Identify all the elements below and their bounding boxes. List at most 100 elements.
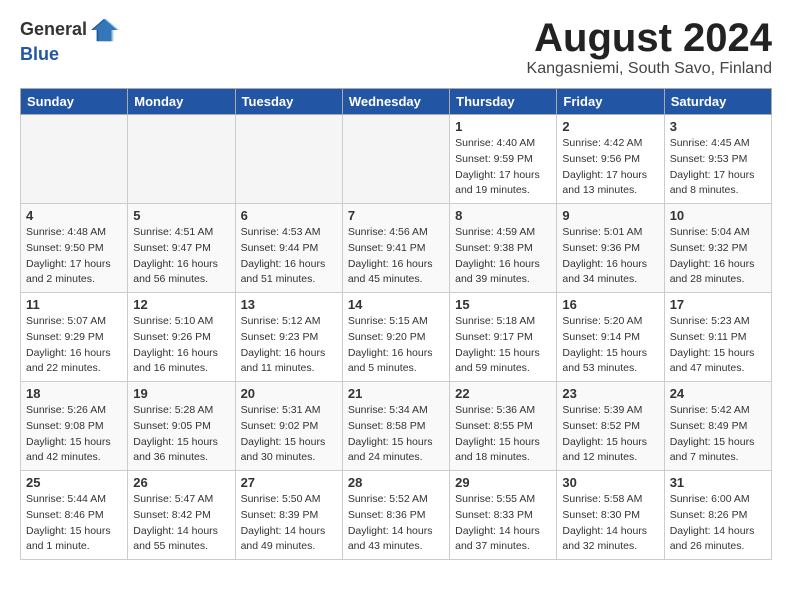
day-number: 24	[670, 386, 766, 401]
calendar-cell: 18 Sunrise: 5:26 AMSunset: 9:08 PMDayligh…	[21, 382, 128, 471]
calendar-cell: 30 Sunrise: 5:58 AMSunset: 8:30 PMDayligh…	[557, 471, 664, 560]
day-number: 8	[455, 208, 551, 223]
logo-icon	[91, 16, 119, 44]
day-number: 17	[670, 297, 766, 312]
day-info: Sunrise: 4:53 AMSunset: 9:44 PMDaylight:…	[241, 225, 337, 288]
calendar-cell: 20Sunrise: 5:31 AMSunset: 9:02 PMDayligh…	[235, 382, 342, 471]
calendar-cell	[342, 115, 449, 204]
day-number: 10	[670, 208, 766, 223]
day-info: Sunrise: 5:23 AMSunset: 9:11 PMDaylight:…	[670, 314, 766, 377]
calendar-header-monday: Monday	[128, 89, 235, 115]
day-number: 28	[348, 475, 444, 490]
day-info: Sunrise: 5:26 AMSunset: 9:08 PMDaylight:…	[26, 403, 122, 466]
calendar-cell: 23 Sunrise: 5:39 AMSunset: 8:52 PMDayligh…	[557, 382, 664, 471]
day-info: Sunrise: 5:52 AMSunset: 8:36 PMDaylight:…	[348, 492, 444, 555]
day-number: 25	[26, 475, 122, 490]
day-number: 23	[562, 386, 658, 401]
day-info: Sunrise: 4:42 AMSunset: 9:56 PMDaylight:…	[562, 136, 658, 199]
calendar-cell: 13 Sunrise: 5:12 AMSunset: 9:23 PMDayligh…	[235, 293, 342, 382]
calendar-cell: 5 Sunrise: 4:51 AMSunset: 9:47 PMDaylight…	[128, 204, 235, 293]
calendar-cell: 14 Sunrise: 5:15 AMSunset: 9:20 PMDayligh…	[342, 293, 449, 382]
calendar-cell: 17 Sunrise: 5:23 AMSunset: 9:11 PMDayligh…	[664, 293, 771, 382]
day-info: Sunrise: 5:20 AMSunset: 9:14 PMDaylight:…	[562, 314, 658, 377]
week-row-4: 18 Sunrise: 5:26 AMSunset: 9:08 PMDayligh…	[21, 382, 772, 471]
calendar-cell	[21, 115, 128, 204]
day-number: 5	[133, 208, 229, 223]
day-info: Sunrise: 5:55 AMSunset: 8:33 PMDaylight:…	[455, 492, 551, 555]
title-block: August 2024 Kangasniemi, South Savo, Fin…	[527, 16, 772, 78]
day-info: Sunrise: 4:45 AMSunset: 9:53 PMDaylight:…	[670, 136, 766, 199]
calendar-cell: 6 Sunrise: 4:53 AMSunset: 9:44 PMDaylight…	[235, 204, 342, 293]
day-number: 13	[241, 297, 337, 312]
calendar-cell: 16 Sunrise: 5:20 AMSunset: 9:14 PMDayligh…	[557, 293, 664, 382]
day-number: 22	[455, 386, 551, 401]
day-info: Sunrise: 5:34 AMSunset: 8:58 PMDaylight:…	[348, 403, 444, 466]
calendar-cell: 12Sunrise: 5:10 AMSunset: 9:26 PMDayligh…	[128, 293, 235, 382]
day-info: Sunrise: 5:58 AMSunset: 8:30 PMDaylight:…	[562, 492, 658, 555]
day-number: 30	[562, 475, 658, 490]
calendar-cell: 8 Sunrise: 4:59 AMSunset: 9:38 PMDaylight…	[450, 204, 557, 293]
calendar-cell: 27 Sunrise: 5:50 AMSunset: 8:39 PMDayligh…	[235, 471, 342, 560]
day-number: 26	[133, 475, 229, 490]
calendar-cell: 7 Sunrise: 4:56 AMSunset: 9:41 PMDaylight…	[342, 204, 449, 293]
day-info: Sunrise: 5:47 AMSunset: 8:42 PMDaylight:…	[133, 492, 229, 555]
day-info: Sunrise: 5:04 AMSunset: 9:32 PMDaylight:…	[670, 225, 766, 288]
day-number: 6	[241, 208, 337, 223]
page: General Blue August 2024 Kangasniemi, So…	[0, 0, 792, 580]
week-row-3: 11 Sunrise: 5:07 AMSunset: 9:29 PMDayligh…	[21, 293, 772, 382]
calendar-cell: 26 Sunrise: 5:47 AMSunset: 8:42 PMDayligh…	[128, 471, 235, 560]
logo-general-text: General	[20, 19, 87, 39]
calendar-cell: 25 Sunrise: 5:44 AMSunset: 8:46 PMDayligh…	[21, 471, 128, 560]
calendar-cell	[128, 115, 235, 204]
day-info: Sunrise: 5:28 AMSunset: 9:05 PMDaylight:…	[133, 403, 229, 466]
calendar-cell: 21 Sunrise: 5:34 AMSunset: 8:58 PMDayligh…	[342, 382, 449, 471]
calendar-header-saturday: Saturday	[664, 89, 771, 115]
day-info: Sunrise: 5:07 AMSunset: 9:29 PMDaylight:…	[26, 314, 122, 377]
logo-blue-text: Blue	[20, 44, 119, 66]
day-number: 7	[348, 208, 444, 223]
day-number: 18	[26, 386, 122, 401]
day-number: 20	[241, 386, 337, 401]
day-number: 15	[455, 297, 551, 312]
calendar-header-row: SundayMondayTuesdayWednesdayThursdayFrid…	[21, 89, 772, 115]
calendar-cell: 29Sunrise: 5:55 AMSunset: 8:33 PMDayligh…	[450, 471, 557, 560]
day-number: 27	[241, 475, 337, 490]
logo: General Blue	[20, 16, 119, 66]
calendar-cell: 31Sunrise: 6:00 AMSunset: 8:26 PMDayligh…	[664, 471, 771, 560]
calendar-cell: 15 Sunrise: 5:18 AMSunset: 9:17 PMDayligh…	[450, 293, 557, 382]
day-number: 12	[133, 297, 229, 312]
day-number: 3	[670, 119, 766, 134]
day-info: Sunrise: 5:15 AMSunset: 9:20 PMDaylight:…	[348, 314, 444, 377]
day-number: 14	[348, 297, 444, 312]
day-info: Sunrise: 4:40 AMSunset: 9:59 PMDaylight:…	[455, 136, 551, 199]
day-info: Sunrise: 4:51 AMSunset: 9:47 PMDaylight:…	[133, 225, 229, 288]
day-number: 21	[348, 386, 444, 401]
calendar-cell: 3 Sunrise: 4:45 AMSunset: 9:53 PMDaylight…	[664, 115, 771, 204]
day-number: 16	[562, 297, 658, 312]
location: Kangasniemi, South Savo, Finland	[527, 60, 772, 78]
week-row-5: 25 Sunrise: 5:44 AMSunset: 8:46 PMDayligh…	[21, 471, 772, 560]
calendar-cell: 10 Sunrise: 5:04 AMSunset: 9:32 PMDayligh…	[664, 204, 771, 293]
day-info: Sunrise: 5:44 AMSunset: 8:46 PMDaylight:…	[26, 492, 122, 555]
calendar-cell: 11 Sunrise: 5:07 AMSunset: 9:29 PMDayligh…	[21, 293, 128, 382]
calendar-cell: 22Sunrise: 5:36 AMSunset: 8:55 PMDayligh…	[450, 382, 557, 471]
calendar-header-sunday: Sunday	[21, 89, 128, 115]
calendar-cell: 1Sunrise: 4:40 AMSunset: 9:59 PMDaylight…	[450, 115, 557, 204]
day-info: Sunrise: 5:50 AMSunset: 8:39 PMDaylight:…	[241, 492, 337, 555]
calendar-cell	[235, 115, 342, 204]
day-info: Sunrise: 5:39 AMSunset: 8:52 PMDaylight:…	[562, 403, 658, 466]
day-number: 11	[26, 297, 122, 312]
day-info: Sunrise: 5:18 AMSunset: 9:17 PMDaylight:…	[455, 314, 551, 377]
calendar-header-friday: Friday	[557, 89, 664, 115]
calendar-header-wednesday: Wednesday	[342, 89, 449, 115]
header: General Blue August 2024 Kangasniemi, So…	[20, 16, 772, 78]
day-info: Sunrise: 5:42 AMSunset: 8:49 PMDaylight:…	[670, 403, 766, 466]
day-info: Sunrise: 5:12 AMSunset: 9:23 PMDaylight:…	[241, 314, 337, 377]
week-row-1: 1Sunrise: 4:40 AMSunset: 9:59 PMDaylight…	[21, 115, 772, 204]
calendar-cell: 9Sunrise: 5:01 AMSunset: 9:36 PMDaylight…	[557, 204, 664, 293]
month-title: August 2024	[527, 16, 772, 60]
day-info: Sunrise: 4:48 AMSunset: 9:50 PMDaylight:…	[26, 225, 122, 288]
day-info: Sunrise: 4:59 AMSunset: 9:38 PMDaylight:…	[455, 225, 551, 288]
calendar-cell: 2Sunrise: 4:42 AMSunset: 9:56 PMDaylight…	[557, 115, 664, 204]
day-info: Sunrise: 4:56 AMSunset: 9:41 PMDaylight:…	[348, 225, 444, 288]
